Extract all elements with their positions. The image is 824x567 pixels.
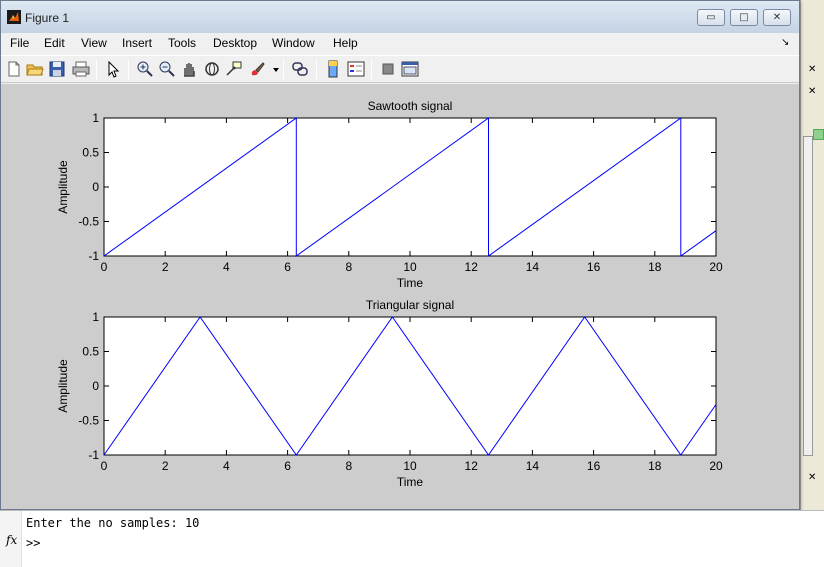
toolbar-separator [128,60,129,79]
x-tick-label: 4 [223,459,230,473]
zoom-out-icon[interactable] [157,59,177,79]
background-close-icon[interactable]: ✕ [808,472,816,483]
toolbar-separator [371,60,372,79]
y-tick-label: 0 [92,379,99,393]
figure-toolbar [1,55,799,83]
dock-figure-icon[interactable]: ↘ [781,37,789,48]
menu-window[interactable]: Window [272,36,315,50]
x-tick-label: 10 [403,260,417,274]
x-tick-label: 8 [345,459,352,473]
x-tick-label: 2 [162,260,169,274]
save-icon[interactable] [47,59,67,79]
x-tick-label: 16 [587,459,601,473]
hide-plot-tools-icon[interactable] [378,59,398,79]
x-axis-label-2: Time [397,475,424,489]
background-close-icon[interactable]: ✕ [808,86,816,97]
y-tick-label: 0 [92,180,99,194]
x-tick-label: 14 [526,260,540,274]
x-tick-label: 18 [648,459,662,473]
x-tick-label: 14 [526,459,540,473]
new-figure-icon[interactable] [4,59,24,79]
command-window[interactable]: Enter the no samples: 10 fx >> [0,510,824,567]
title-bar[interactable]: Figure 1 ▭ □ ✕ [1,1,799,33]
pan-icon[interactable] [179,59,199,79]
close-button[interactable]: ✕ [763,9,791,26]
link-plot-icon[interactable] [290,59,310,79]
menu-bar: File Edit View Insert Tools Desktop Wind… [1,33,799,54]
background-status-icon [813,129,824,140]
x-tick-label: 6 [284,260,291,274]
open-file-icon[interactable] [25,59,45,79]
x-axis-label-1: Time [397,276,424,290]
y-tick-label: 1 [92,310,99,324]
colorbar-icon[interactable] [323,59,343,79]
x-tick-label: 8 [345,260,352,274]
y-tick-label: 1 [92,111,99,125]
x-tick-label: 0 [101,459,108,473]
matlab-logo-icon [7,10,21,24]
x-tick-label: 20 [709,459,723,473]
show-plot-tools-icon[interactable] [400,59,420,79]
command-output-line: Enter the no samples: 10 [26,516,200,530]
x-tick-label: 4 [223,260,230,274]
y-tick-label: -1 [88,448,99,462]
x-tick-label: 0 [101,260,108,274]
maximize-button[interactable]: □ [730,9,758,26]
legend-icon[interactable] [346,59,366,79]
x-tick-label: 12 [465,459,479,473]
menu-desktop[interactable]: Desktop [213,36,257,50]
y-tick-label: 0.5 [82,345,99,359]
function-browser-icon[interactable]: fx [6,533,17,547]
x-tick-label: 6 [284,459,291,473]
subplot-title-2: Triangular signal [366,298,454,312]
print-icon[interactable] [71,59,91,79]
window-title: Figure 1 [25,11,70,25]
menu-file[interactable]: File [10,36,29,50]
data-cursor-icon[interactable] [224,59,244,79]
axes-box-1 [103,117,717,257]
y-tick-label: -1 [88,249,99,263]
y-tick-label: -0.5 [78,414,99,428]
y-tick-label: 0.5 [82,146,99,160]
axes-box-2 [103,316,717,456]
brush-icon[interactable] [248,59,268,79]
minimize-button[interactable]: ▭ [697,9,725,26]
pointer-icon[interactable] [103,59,123,79]
background-close-icon[interactable]: ✕ [808,64,816,75]
x-tick-label: 16 [587,260,601,274]
command-prompt[interactable]: >> [26,536,40,550]
menu-tools[interactable]: Tools [168,36,196,50]
x-tick-label: 10 [403,459,417,473]
menu-view[interactable]: View [81,36,107,50]
menu-edit[interactable]: Edit [44,36,65,50]
subplot-title-1: Sawtooth signal [368,99,453,113]
zoom-in-icon[interactable] [135,59,155,79]
toolbar-separator [316,60,317,79]
x-tick-label: 2 [162,459,169,473]
menu-insert[interactable]: Insert [122,36,152,50]
x-tick-label: 20 [709,260,723,274]
background-scrollbar[interactable] [803,136,813,456]
x-tick-label: 18 [648,260,662,274]
x-tick-label: 12 [465,260,479,274]
brush-dropdown-icon[interactable] [269,59,289,79]
rotate-3d-icon[interactable] [202,59,222,79]
toolbar-separator [96,60,97,79]
menu-help[interactable]: Help [333,36,358,50]
figure-plots: 0 2 4 6 8 10 12 14 16 18 20-1-0.500.51Sawtooth sig… [56,99,723,489]
y-tick-label: -0.5 [78,215,99,229]
y-axis-label-2: Amplitude [56,359,70,413]
y-axis-label-1: Amplitude [56,160,70,214]
toolbar-separator [283,60,284,79]
